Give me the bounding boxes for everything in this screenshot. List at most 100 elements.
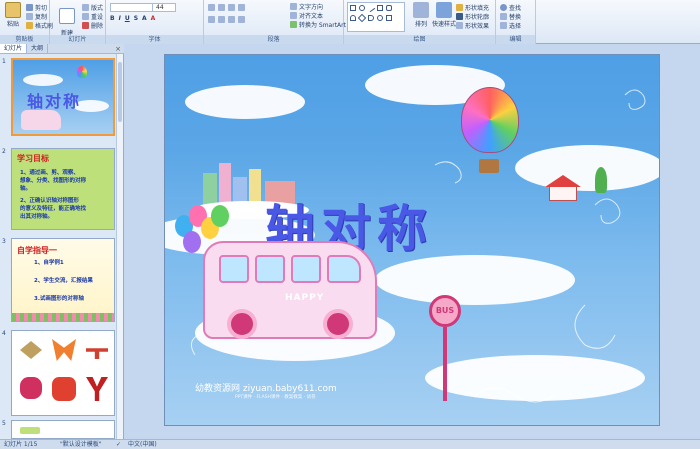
new-slide-icon — [59, 8, 75, 24]
replace-icon — [500, 13, 507, 20]
slide-preview: 学习目标 1、通过画、剪、观察、 想象、分类、找图形的对称 轴。 2、正确认识轴… — [11, 148, 115, 230]
quick-styles-icon — [436, 2, 452, 18]
font-size-select[interactable]: 44 — [152, 3, 176, 12]
thumb-heading: 自学指导一 — [17, 246, 57, 255]
label-decoration — [20, 427, 40, 434]
bus-stop-sign: BUS — [429, 295, 461, 327]
slide-position: 幻灯片 1/15 — [4, 441, 38, 448]
slide-preview — [11, 330, 115, 416]
smartart-button[interactable]: 转换为 SmartArt — [290, 20, 346, 29]
oval-shape-icon[interactable] — [359, 5, 365, 11]
delete-icon — [82, 22, 89, 29]
bus-window — [255, 255, 285, 283]
slides-group: 新建 幻灯片 版式 重设 删除 幻灯片 — [50, 0, 106, 44]
select-icon — [500, 22, 507, 29]
close-icon[interactable]: × — [115, 44, 121, 54]
outline-icon — [456, 13, 463, 20]
slide-preview — [11, 420, 115, 439]
language-indicator[interactable]: 中文(中国) — [128, 440, 157, 449]
format-painter-button[interactable]: 格式刷 — [26, 21, 53, 30]
align-buttons-row — [208, 16, 245, 23]
rounded-rect-shape-icon[interactable] — [386, 5, 392, 11]
brush-icon — [26, 22, 33, 29]
indent-icon[interactable] — [228, 4, 235, 11]
arrange-button[interactable]: 排列 — [410, 2, 432, 32]
arrow-shape-icon[interactable] — [368, 15, 374, 21]
tab-outline[interactable]: 大纲 — [27, 44, 49, 53]
layout-icon — [82, 4, 89, 11]
arc-shape-icon[interactable] — [350, 15, 356, 21]
shape-fill-button[interactable]: 形状填充 — [456, 3, 489, 12]
editing-group: 查找 替换 选择 编辑 — [496, 0, 536, 44]
bus-window — [327, 255, 361, 283]
diamond-shape-icon[interactable] — [357, 13, 367, 23]
fill-icon — [456, 4, 463, 11]
align-left-icon[interactable] — [208, 16, 215, 23]
textbox-shape-icon[interactable] — [377, 5, 383, 11]
balloon-icon — [77, 66, 87, 78]
bus-icon — [21, 110, 61, 130]
bold-icon[interactable]: B — [110, 15, 115, 22]
numbering-icon[interactable] — [218, 4, 225, 11]
hot-air-balloon-icon — [461, 87, 519, 153]
find-button[interactable]: 查找 — [500, 3, 521, 12]
shadow-icon[interactable]: A — [142, 15, 147, 22]
select-button[interactable]: 选择 — [500, 21, 521, 30]
copy-icon — [26, 13, 33, 20]
bus-label: HAPPY — [285, 293, 325, 303]
panel-scrollbar[interactable] — [116, 54, 123, 439]
lantern-icon — [52, 377, 76, 401]
replace-button[interactable]: 替换 — [500, 12, 521, 21]
font-color-icon[interactable]: A — [151, 15, 156, 22]
slide-editor: 轴对称 HAPPY BUS 幼教资源网 ziyuan.baby611.com P… — [124, 44, 700, 439]
thumb-heading: 学习目标 — [17, 154, 49, 163]
shape-outline-button[interactable]: 形状轮廓 — [456, 12, 489, 21]
cut-button[interactable]: 剪切 — [26, 3, 47, 12]
align-right-icon[interactable] — [228, 16, 235, 23]
bus-wheel — [227, 309, 257, 339]
slides-panel: 幻灯片 大纲 × 1 轴对称 2 学习目标 1、通过画、剪、观察、 想象、分类、… — [0, 44, 124, 439]
shape-effects-button[interactable]: 形状效果 — [456, 21, 489, 30]
theme-name[interactable]: "默认设计模板" — [60, 440, 102, 449]
underline-icon[interactable]: U — [125, 15, 130, 22]
party-balloon-icon — [183, 231, 201, 253]
arrange-icon — [413, 2, 429, 18]
slide-canvas[interactable]: 轴对称 HAPPY BUS 幼教资源网 ziyuan.baby611.com P… — [164, 54, 660, 426]
shapes-gallery[interactable] — [347, 2, 405, 32]
tab-slides[interactable]: 幻灯片 — [0, 44, 28, 53]
party-balloon-icon — [211, 205, 229, 227]
italic-icon[interactable]: I — [119, 15, 121, 22]
bus-window — [219, 255, 249, 283]
align-text-button[interactable]: 对齐文本 — [290, 11, 323, 20]
person-figure-icon — [86, 377, 108, 401]
spellcheck-icon[interactable]: ✓ — [116, 440, 121, 449]
balloon-basket — [479, 159, 499, 173]
bus-icon: HAPPY — [203, 241, 377, 339]
text-direction-button[interactable]: 文字方向 — [290, 2, 323, 11]
delete-slide-button[interactable]: 删除 — [82, 21, 103, 30]
cloud-decoration — [23, 74, 63, 86]
reset-button[interactable]: 重设 — [82, 12, 103, 21]
bullets-icon[interactable] — [208, 4, 215, 11]
slide-preview: 自学指导一 1、自学例1 2、学生交流，汇报结果 3.试画图形的对称轴 — [11, 238, 115, 322]
copy-button[interactable]: 复制 — [26, 12, 47, 21]
sign-pole — [443, 327, 447, 401]
layout-button[interactable]: 版式 — [82, 3, 103, 12]
strike-icon[interactable]: S — [134, 15, 138, 22]
quick-styles-button[interactable]: 快速样式 — [432, 2, 456, 32]
paste-button[interactable]: 粘贴 — [2, 2, 24, 32]
justify-icon[interactable] — [238, 16, 245, 23]
footer-watermark: 幼教资源网 ziyuan.baby611.com — [195, 384, 337, 394]
footer-subtext: PPT课件 · FLASH课件 · 教案教案 · 试卷 — [235, 395, 316, 400]
line-shape-icon[interactable] — [366, 3, 376, 13]
scrollbar-thumb[interactable] — [118, 62, 122, 122]
reset-icon — [82, 13, 89, 20]
callout-shape-icon[interactable] — [386, 15, 392, 21]
thumb-title: 轴对称 — [27, 92, 82, 111]
outdent-icon[interactable] — [238, 4, 245, 11]
align-center-icon[interactable] — [218, 16, 225, 23]
rectangle-shape-icon[interactable] — [350, 5, 356, 11]
star-shape-icon[interactable] — [377, 15, 383, 21]
tree-icon — [595, 167, 607, 193]
new-slide-button[interactable]: 新建 幻灯片 — [56, 2, 78, 43]
